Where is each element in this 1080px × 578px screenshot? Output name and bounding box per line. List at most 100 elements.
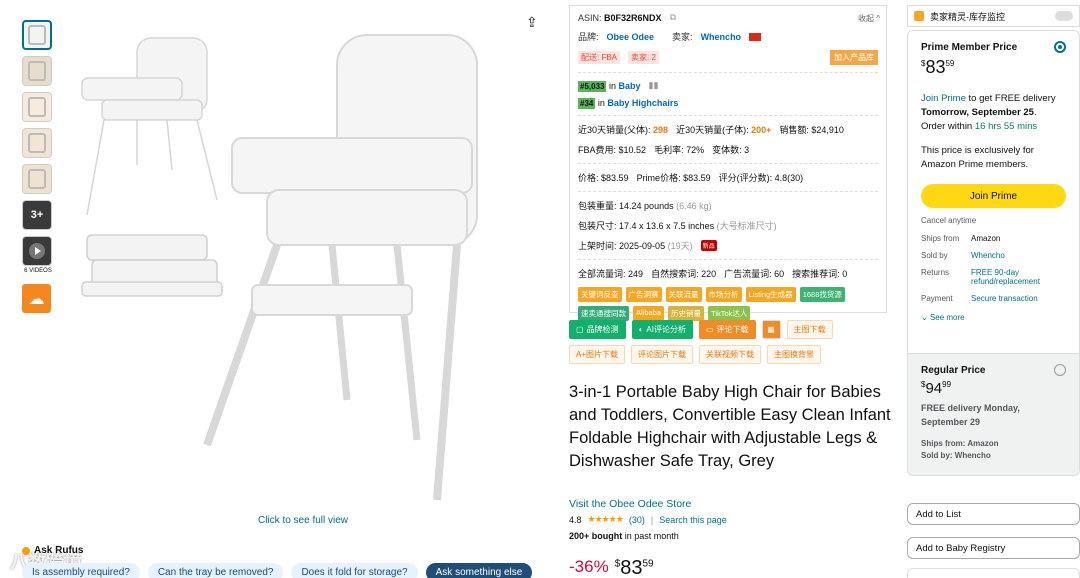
divider [578,72,878,73]
tag-button[interactable]: 历史销量 [668,306,705,321]
rufus-chip[interactable]: Does it fold for storage? [291,563,418,578]
regular-price: $9499 [921,380,952,397]
regular-option[interactable]: Regular Price $9499 FREE delivery Monday… [908,353,1079,475]
kw-all-label: 全部流量词: [578,269,626,279]
sold-by-link[interactable]: Whencho [971,251,1066,260]
regular-price-title: Regular Price [921,364,986,376]
ask-something-else-chip[interactable]: Ask something else [425,563,533,578]
regular-delivery: FREE delivery Monday, September 29 [921,403,1020,427]
prime-option[interactable]: Prime Member Price $8359 Join Prime to g… [908,31,1079,353]
tag-button[interactable]: 市场分析 [705,287,742,302]
margin-value: 72% [686,145,705,155]
payment-label: Payment [921,294,953,303]
brand-label: 品牌: [578,32,599,42]
bar-chart-icon[interactable]: ▮▮ [649,80,659,91]
main-image-download-button[interactable]: 主图下载 [786,320,833,339]
tag-button[interactable]: 关键词反查 [578,287,622,302]
tag-button[interactable]: Listing生成器 [745,287,796,302]
sales-child-value: 200+ [751,125,772,135]
main-product-image[interactable] [62,20,552,510]
bottom-panel-edge [907,568,1080,578]
rufus-chip[interactable]: Can the tray be removed? [147,563,284,578]
folded-chair-illustration [81,234,223,297]
add-to-registry-button[interactable]: Add to Baby Registry [907,537,1080,559]
extension-toggle[interactable] [1055,11,1073,21]
ai-review-button[interactable]: ◐ AI评论分析 [631,320,693,339]
sales-label: 近30天销量(父体): [578,125,651,135]
countdown: 16 hrs 55 mins [974,121,1038,132]
upload-cloud-icon[interactable]: ☁ [22,284,51,313]
tag-button[interactable]: TikTok达人 [708,306,751,321]
weight-row: 包装重量: 14.24 pounds (6.46 kg) [578,199,878,212]
size-label: 包装尺寸: [578,221,617,231]
rank-category-link[interactable]: Baby Highchairs [607,98,678,108]
seller-link[interactable]: Whencho [701,32,742,42]
more-count: 3+ [30,209,44,221]
seller-plugin-panel: 收起 ^ ASIN: B0F32R6NDX ⧉ 品牌: Obee Odee 卖家… [569,5,887,321]
discount-percent: -36% [569,557,609,576]
revenue-value: $24,910 [811,125,844,135]
add-to-library-button[interactable]: 加入产品库 [830,50,878,65]
regular-radio[interactable] [1054,364,1066,376]
store-link[interactable]: Visit the Obee Odee Store [569,498,691,510]
rating-row: 4.8 ★★★★★ (30) | Search this page [569,514,727,525]
see-more-link[interactable]: ⌄ See more [921,313,1066,322]
full-view-link[interactable]: Click to see full view [258,515,348,526]
tag-button[interactable]: 1688找货源 [799,287,845,302]
add-to-list-button[interactable]: Add to List [907,503,1080,525]
rufus-chip[interactable]: Is assembly required? [22,563,140,578]
asin-label: ASIN: [578,12,602,23]
aplus-download-button[interactable]: A+图片下载 [569,345,626,364]
kw-rec-label: 搜索推荐词: [792,269,840,279]
weight-value: 14.24 pounds [619,201,674,211]
thumbnail-4[interactable] [22,128,52,158]
launch-value: 2025-09-05 [619,241,666,251]
variants-label: 变体数: [712,145,742,155]
copy-icon[interactable]: ⧉ [670,12,676,23]
rufus-chips: Is assembly required? Can the tray be re… [22,563,533,578]
plugin-tags: 关键词反查 广告洞察 关联流量 市场分析 Listing生成器 1688找货源 … [578,287,878,321]
rank-in: in [597,98,605,108]
collapse-toggle[interactable]: 收起 ^ [858,13,880,24]
thumbnail-video[interactable] [22,236,52,266]
share-icon[interactable]: ⇪ [526,14,538,31]
rufus-label: Ask Rufus [34,545,84,556]
review-count-link[interactable]: (30) [629,515,645,525]
tag-button[interactable]: 广告洞察 [625,287,662,302]
returns-link[interactable]: FREE 90-day refund/replacement [971,268,1066,286]
calculator-icon[interactable]: ▦ [761,320,781,339]
search-page-link[interactable]: Search this page [659,515,727,525]
fulfillment-info: Ships from Amazon Sold by Whencho Return… [921,234,1066,303]
buy-box: Prime Member Price $8359 Join Prime to g… [907,30,1080,476]
rank-category-link[interactable]: Baby [619,81,641,91]
kw-rec-value: 0 [842,269,848,279]
join-prime-button[interactable]: Join Prime [921,184,1066,208]
thumbnail-3[interactable] [22,92,52,122]
video-download-button[interactable]: 关联视频下载 [699,345,762,364]
prime-price-label: Prime价格: [636,173,681,183]
brand-check-button[interactable]: ▢ 品牌检测 [569,320,626,339]
thumbnail-5[interactable] [22,164,52,194]
prime-radio[interactable] [1054,41,1066,53]
revenue-label: 销售额: [779,125,809,135]
thumbnail-2[interactable] [22,56,52,86]
prime-price: $8359 [921,57,955,77]
tool-row-1: ▢ 品牌检测 ◐ AI评论分析 ▭ 评论下载 ▦ 主图下载 [569,320,833,339]
tag-button[interactable]: 关联流量 [665,287,702,302]
kw-all-value: 249 [628,269,644,279]
seller-count-tag: 卖家: 2 [628,51,659,64]
size-note: (大号标准尺寸) [716,221,777,231]
star-rating-icon[interactable]: ★★★★★ [588,514,624,525]
thumbnail-more[interactable]: 3+ [22,200,52,230]
review-download-button[interactable]: ▭ 评论下载 [698,320,756,339]
kw-ad-value: 60 [774,269,785,279]
review-image-download-button[interactable]: 评论图片下载 [631,345,694,364]
payment-link[interactable]: Secure transaction [971,294,1066,303]
thumbnail-1[interactable] [22,20,52,50]
change-background-button[interactable]: 主图换背景 [767,345,822,364]
brand-link[interactable]: Obee Odee [607,32,655,42]
tag-button[interactable]: 速卖通搜同款 [578,306,629,321]
tag-button[interactable]: Alibaba [633,306,665,321]
margin-label: 毛利率: [654,145,684,155]
join-prime-link[interactable]: Join Prime [921,93,966,104]
